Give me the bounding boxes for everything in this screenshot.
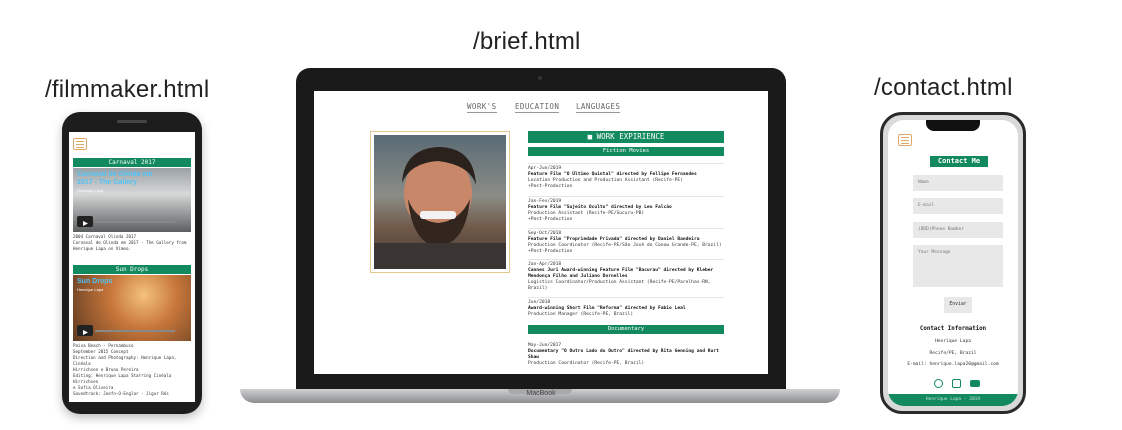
section-title-carnaval: Carnaval 2017 [73,158,191,167]
nav-languages[interactable]: LANGUAGES [576,102,621,113]
job-entry: Apr-Jun/2019 Feature Film "O Último Quin… [528,163,724,190]
job-title: Documentary "O Outro Lado do Outro" dire… [528,349,719,360]
desc-line: Editing: Henrique Lapa Starring Cinéala … [73,373,172,384]
job-entry: May-Jun/2017 Documentary "O Outro Lado d… [528,341,724,367]
email-field[interactable]: E-mail [913,198,1003,214]
contact-screen: Contact Me Name E-mail (DDD)Phone Number… [888,120,1018,406]
video-author: Henrique Lapa [77,188,104,193]
job-line: +Post-Production [528,184,573,189]
laptop-camera [538,76,542,80]
name-field[interactable]: Name [913,175,1003,191]
nav-education[interactable]: EDUCATION [515,102,560,113]
job-title: Award-winning Short Film "Reforma" direc… [528,306,686,311]
job-title: Feature Film "Propriedade Privada" direc… [528,237,700,242]
caption-contact: /contact.html [874,74,1013,101]
menu-icon[interactable] [898,134,912,146]
video-description: 2004 Carnaval Olinda 2017 Carnaval de Ol… [73,234,193,252]
video-title: Sun Drops [77,278,113,285]
job-line: +Post-Production [528,249,573,254]
video-sun-drops[interactable]: Sun Drops Henrique Lapa [73,275,191,341]
filmmaker-screen: Carnaval 2017 Carnaval de Olinda em 2017… [69,132,195,402]
job-entry: Sep-Oct/2018 Feature Film "Propriedade P… [528,228,724,255]
desc-line: Henrique Lapa on Vimeo. [73,246,131,251]
phone-field[interactable]: (DDD)Phone Number [913,222,1003,238]
portrait-frame [370,131,510,273]
section-title-sun-drops: Sun Drops [73,265,191,274]
caption-filmmaker: /filmmaker.html [45,76,210,103]
video-title: Carnaval de Olinda em 2017 - The Gallery [77,171,153,186]
contact-info-email: E-mail: henrique.lapa20@gmail.com [907,362,999,367]
video-camera-icon: ■ [587,132,597,141]
work-header-text: WORK EXPIRIENCE [596,132,665,141]
job-line: Production Manager (Recife-PE, Brazil) [528,312,634,317]
send-button[interactable]: Enviar [944,297,972,313]
footer: Henrique Lapa - 2019 [888,394,1018,406]
caption-brief: /brief.html [473,28,581,55]
job-entry: Jan-Fev/2019 Feature Film "Sujeito Ocult… [528,196,724,223]
work-experience-header: ■ WORK EXPIRIENCE [528,131,724,143]
portrait-photo [374,135,506,269]
laptop-brief: WORK'S EDUCATION LANGUAGES ■ WORK EXPIRI… [296,68,786,390]
job-entry: Jun/2018 Award-winning Short Film "Refor… [528,297,724,318]
fiction-movies-header: Fiction Movies [528,147,724,156]
contact-info-name: Henrique Lapa [935,339,971,344]
job-line: Logistics Coordinator/Production Assista… [528,280,711,285]
laptop-brand: MacBook [526,390,556,397]
job-entry: Jan-Apr/2018 Cannes Juri Award-winning F… [528,259,724,292]
instagram-icon[interactable] [952,379,961,388]
desc-line: Direction and Photography: Henrique Lapa… [73,355,177,366]
contact-info-location: Recife/PE, Brazil [929,351,977,356]
phone-speaker [117,120,147,123]
phone-filmmaker: Carnaval 2017 Carnaval de Olinda em 2017… [62,112,202,414]
whatsapp-icon[interactable] [934,379,943,388]
desc-line: Soundtrack: Joefn-O-Englar - Jigur Rós [73,391,169,396]
phone-notch [926,120,980,131]
phone-contact: Contact Me Name E-mail (DDD)Phone Number… [880,112,1026,414]
menu-icon[interactable] [73,138,87,150]
video-progress-bar[interactable] [95,221,175,223]
video-description: Paiva Beach - Pernambuco September 2015 … [73,343,193,397]
youtube-icon[interactable] [970,380,980,387]
job-title: Feature Film "Sujeito Oculto" directed b… [528,205,672,210]
job-title: Feature Film "O Último Quintal" directed… [528,172,697,177]
message-field[interactable]: Your Message [913,245,1003,287]
job-title: Cannes Juri Award-winning Feature Film "… [528,268,714,279]
video-author: Henrique Lapa [77,287,104,292]
video-carnaval[interactable]: Carnaval de Olinda em 2017 - The Gallery… [73,168,191,232]
job-line: Production Coordinator (Recife-PE, Brazi… [528,361,645,366]
contact-info-title: Contact Information [919,326,987,332]
documentary-header: Documentary [528,325,724,334]
job-line: Brazil) [528,286,548,291]
play-icon[interactable] [77,216,93,227]
nav-works[interactable]: WORK'S [467,102,497,113]
video-progress-bar[interactable] [95,330,175,332]
brief-screen: WORK'S EDUCATION LANGUAGES ■ WORK EXPIRI… [314,91,768,374]
job-line: +Post-Production [528,217,573,222]
play-icon[interactable] [77,325,93,336]
contact-title: Contact Me [930,156,988,167]
